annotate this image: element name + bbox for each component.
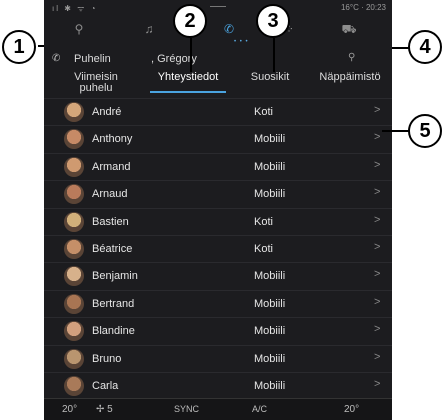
status-bar: ıl ✱ ᯤ ◔ 16°C · 20:23 xyxy=(44,0,392,14)
chevron-right-icon[interactable]: > xyxy=(374,351,380,363)
callout-2: 2 xyxy=(173,4,207,38)
chevron-right-icon[interactable]: > xyxy=(374,159,380,171)
avatar xyxy=(64,102,84,122)
callout-4: 4 xyxy=(408,30,442,64)
avatar xyxy=(64,211,84,232)
phone-icon[interactable]: ✆ xyxy=(52,53,64,65)
contact-name: Bertrand xyxy=(92,297,135,310)
contact-list: André Koti > Anthony Mobiili > Armand Mobiili > A… xyxy=(44,98,392,399)
contact-name: André xyxy=(92,106,122,118)
avatar xyxy=(64,238,84,259)
infotainment-screen: ıl ✱ ᯤ ◔ 16°C · 20:23 ⚲ ♫ ✆ • • • ⁘ ⛟ ✆ … xyxy=(44,0,392,420)
phone-type: Mobiili xyxy=(254,270,286,283)
chevron-right-icon[interactable]: > xyxy=(374,296,380,308)
chevron-right-icon[interactable]: > xyxy=(374,323,380,335)
phone-type: Mobiili xyxy=(254,379,286,392)
phone-type: Koti xyxy=(254,215,273,228)
contact-row[interactable]: Carla Mobiili > xyxy=(44,371,392,399)
avatar xyxy=(64,348,84,369)
chevron-right-icon[interactable]: > xyxy=(374,104,380,116)
contact-row[interactable]: André Koti > xyxy=(44,98,392,125)
top-navigation: ⚲ ♫ ✆ • • • ⁘ ⛟ xyxy=(44,14,392,45)
contact-row[interactable]: Anthony Mobiili > xyxy=(44,125,392,152)
contact-name: Bastien xyxy=(92,215,129,228)
right-temperature[interactable]: 20° xyxy=(344,404,359,415)
contact-row[interactable]: Blandine Mobiili > xyxy=(44,317,392,344)
callout-3: 3 xyxy=(256,4,290,38)
chevron-right-icon[interactable]: > xyxy=(374,241,380,253)
phone-type: Mobiili xyxy=(254,325,286,338)
phone-type: Mobiili xyxy=(254,188,286,201)
avatar xyxy=(64,184,84,205)
contact-name: Arnaud xyxy=(92,188,128,201)
phone-type: Mobiili xyxy=(254,297,286,310)
phone-type: Mobiili xyxy=(254,160,286,173)
status-divider xyxy=(210,6,226,7)
contact-name: Bruno xyxy=(92,352,122,365)
tab-favorites[interactable]: Suosikit xyxy=(240,72,300,83)
phone-type: Mobiili xyxy=(254,133,286,146)
contact-row[interactable]: Bruno Mobiili > xyxy=(44,344,392,372)
contact-name: Anthony xyxy=(92,133,133,146)
left-temperature[interactable]: 20° xyxy=(62,404,77,415)
contact-row[interactable]: Béatrice Koti > xyxy=(44,234,392,262)
avatar xyxy=(64,321,84,342)
status-icons: ıl ✱ ᯤ ◔ xyxy=(52,4,98,13)
chevron-right-icon[interactable]: > xyxy=(374,378,380,390)
contact-row[interactable]: Bastien Koti > xyxy=(44,207,392,235)
tab-contacts[interactable]: Yhteystiedot xyxy=(148,72,228,83)
contact-name: Benjamin xyxy=(92,270,138,283)
ac-button[interactable]: A/C xyxy=(252,404,267,414)
app-title: Puhelin xyxy=(74,53,111,65)
music-icon[interactable]: ♫ xyxy=(140,20,158,38)
sync-button[interactable]: SYNC xyxy=(174,404,199,414)
search-icon[interactable]: ⚲ xyxy=(348,52,355,63)
fan-speed[interactable]: ✢ 5 xyxy=(96,404,113,415)
contact-row[interactable]: Benjamin Mobiili > xyxy=(44,262,392,289)
chevron-right-icon[interactable]: > xyxy=(374,131,380,143)
phone-type: Koti xyxy=(254,242,273,255)
contact-name: Béatrice xyxy=(92,242,133,255)
contact-row[interactable]: Bertrand Mobiili > xyxy=(44,289,392,317)
callout-3-leader xyxy=(273,38,275,72)
callout-1: 1 xyxy=(2,30,36,64)
status-temp-time: 16°C · 20:23 xyxy=(340,3,386,12)
car-icon[interactable]: ⛟ xyxy=(340,20,358,38)
avatar xyxy=(64,129,84,150)
phone-type: Koti xyxy=(254,106,273,118)
avatar xyxy=(64,156,84,177)
chevron-right-icon[interactable]: > xyxy=(374,186,380,198)
contact-row[interactable]: Armand Mobiili > xyxy=(44,152,392,180)
callout-5: 5 xyxy=(408,114,442,148)
tab-recent-calls[interactable]: Viimeisin puhelu xyxy=(66,72,126,94)
callout-2-leader xyxy=(190,38,192,72)
selected-tab-indicator xyxy=(150,91,226,93)
climate-bar: 20° ✢ 5 SYNC A/C 20° xyxy=(44,398,392,420)
avatar xyxy=(64,266,84,287)
chevron-right-icon[interactable]: > xyxy=(374,268,380,280)
chevron-right-icon[interactable]: > xyxy=(374,214,380,226)
avatar xyxy=(64,293,84,314)
contact-name: Armand xyxy=(92,160,131,173)
callout-5-leader xyxy=(382,130,410,132)
phone-type: Mobiili xyxy=(254,352,286,365)
contact-name: Blandine xyxy=(92,325,135,338)
avatar xyxy=(64,375,84,396)
phone-header: ✆ Puhelin , Grégory ⚲ Viimeisin puhelu Y… xyxy=(44,44,392,98)
phone-app-icon[interactable]: ✆ xyxy=(220,20,238,38)
contact-name: Carla xyxy=(92,379,119,392)
contact-row[interactable]: Arnaud Mobiili > xyxy=(44,180,392,207)
tab-keypad[interactable]: Näppäimistö xyxy=(312,72,388,83)
callout-1-leader xyxy=(38,45,44,47)
navigation-pin-icon[interactable]: ⚲ xyxy=(70,20,88,38)
